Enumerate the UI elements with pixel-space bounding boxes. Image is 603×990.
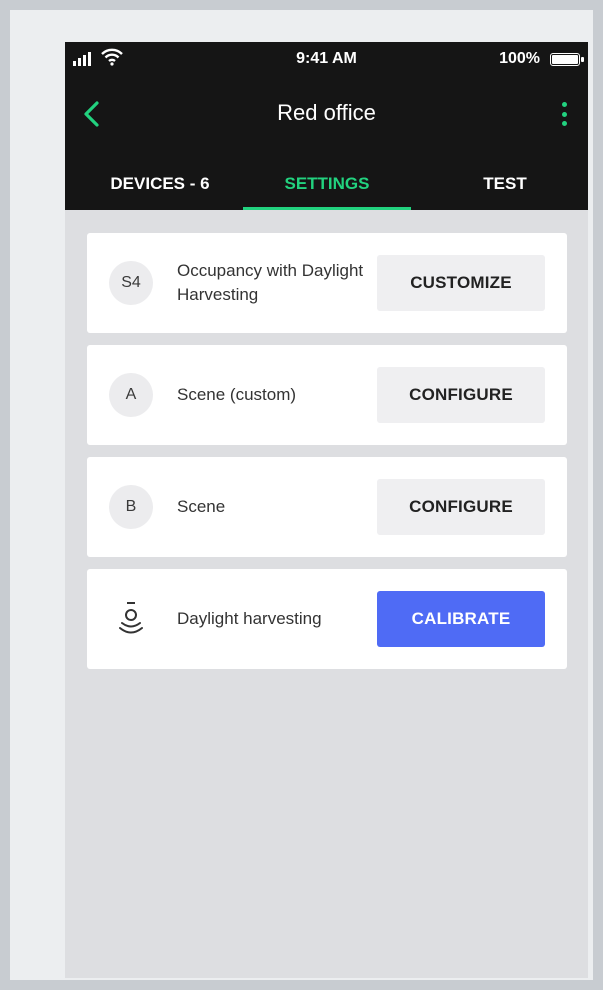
mode-badge: A [109, 373, 153, 417]
setting-label: Scene [177, 497, 226, 516]
mode-badge: S4 [109, 261, 153, 305]
setting-label: Occupancy with Daylight Harvesting [177, 261, 364, 304]
setting-card-scene-b: B Scene CONFIGURE [87, 457, 567, 557]
tab-test[interactable]: TEST [465, 158, 545, 210]
phone-screen: 9:41 AM 100% Red office DEVICES - 6 SETT… [65, 42, 588, 978]
calibrate-button[interactable]: CALIBRATE [377, 591, 545, 647]
tab-settings[interactable]: SETTINGS [243, 158, 411, 210]
configure-button[interactable]: CONFIGURE [377, 479, 545, 535]
battery-icon [550, 53, 584, 66]
customize-button[interactable]: CUSTOMIZE [377, 255, 545, 311]
tab-devices[interactable]: DEVICES - 6 [85, 158, 235, 210]
page-title: Red office [277, 100, 376, 125]
light-sensor-icon [119, 602, 143, 634]
nav-bar: Red office [65, 88, 588, 140]
more-options-icon[interactable] [562, 102, 568, 126]
tab-bar: DEVICES - 6 SETTINGS TEST [65, 158, 588, 210]
app-header: 9:41 AM 100% Red office DEVICES - 6 SETT… [65, 42, 588, 210]
setting-card-occupancy: S4 Occupancy with Daylight Harvesting CU… [87, 233, 567, 333]
setting-card-scene-a: A Scene (custom) CONFIGURE [87, 345, 567, 445]
setting-label: Daylight harvesting [177, 609, 322, 628]
mode-badge: B [109, 485, 153, 529]
status-bar: 9:41 AM 100% [65, 42, 588, 80]
battery-percentage: 100% [499, 50, 540, 67]
screenshot-frame: 9:41 AM 100% Red office DEVICES - 6 SETT… [10, 10, 593, 980]
configure-button[interactable]: CONFIGURE [377, 367, 545, 423]
setting-card-daylight: Daylight harvesting CALIBRATE [87, 569, 567, 669]
setting-label: Scene (custom) [177, 385, 297, 404]
